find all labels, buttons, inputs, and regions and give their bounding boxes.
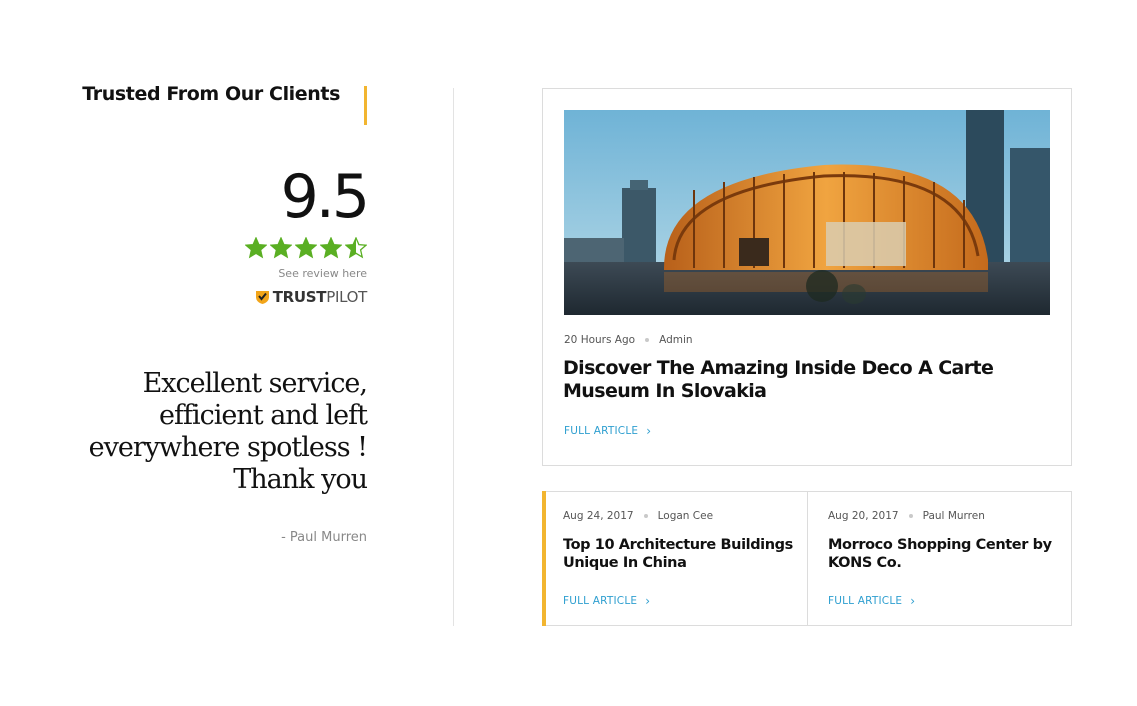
featured-article-card: 20 Hours Ago Admin Discover The Amazing … — [542, 88, 1072, 466]
full-article-link[interactable]: FULL ARTICLE › — [563, 595, 650, 607]
testimonial-heading: Trusted From Our Clients — [82, 83, 340, 105]
curved-wooden-pavilion-photo — [564, 110, 1050, 315]
meta-separator-dot — [908, 514, 913, 518]
trustpilot-logo[interactable]: TRUSTPILOT — [60, 288, 367, 306]
article-card-2: Aug 20, 2017 Paul Murren Morroco Shoppin… — [807, 492, 1071, 625]
chevron-right-icon: › — [646, 424, 652, 438]
full-article-label: FULL ARTICLE — [564, 425, 639, 437]
article-time: 20 Hours Ago — [564, 334, 636, 346]
full-article-label: FULL ARTICLE — [828, 595, 903, 607]
featured-article-title[interactable]: Discover The Amazing Inside Deco A Carte… — [563, 357, 1043, 403]
testimonial-section: Trusted From Our Clients 9.5 See review … — [60, 83, 370, 546]
featured-article-image[interactable] — [564, 110, 1050, 315]
article-meta: Aug 20, 2017 Paul Murren — [828, 510, 985, 522]
rating-stars — [60, 237, 367, 259]
see-review-link[interactable]: See review here — [278, 267, 367, 280]
article-cards-row: Aug 24, 2017 Logan Cee Top 10 Architectu… — [542, 491, 1072, 626]
trustpilot-wordmark: TRUSTPILOT — [272, 288, 368, 306]
article-title[interactable]: Morroco Shopping Center by KONS Co. — [828, 536, 1068, 572]
featured-full-article-link[interactable]: FULL ARTICLE › — [564, 425, 651, 437]
article-author[interactable]: Logan Cee — [658, 510, 713, 522]
heading-accent-bar — [364, 86, 367, 125]
chevron-right-icon: › — [645, 594, 651, 608]
meta-separator-dot — [643, 514, 648, 518]
article-author[interactable]: Admin — [659, 334, 692, 346]
star-icon — [245, 237, 267, 259]
star-icon — [320, 237, 342, 259]
chevron-right-icon: › — [910, 594, 916, 608]
meta-separator-dot — [645, 338, 650, 342]
card-accent-bar — [542, 491, 546, 626]
rating-score: 9.5 — [280, 162, 370, 232]
article-date: Aug 20, 2017 — [828, 510, 899, 522]
full-article-link[interactable]: FULL ARTICLE › — [828, 595, 915, 607]
testimonial-heading-wrap: Trusted From Our Clients — [60, 83, 367, 125]
star-icon — [295, 237, 317, 259]
article-author[interactable]: Paul Murren — [923, 510, 985, 522]
full-article-label: FULL ARTICLE — [563, 595, 638, 607]
star-icon — [270, 237, 292, 259]
column-divider — [453, 88, 454, 626]
testimonial-author: - Paul Murren — [281, 530, 367, 545]
article-date: Aug 24, 2017 — [563, 510, 634, 522]
testimonial-quote: Excellent service, efficient and left ev… — [88, 368, 368, 495]
article-title[interactable]: Top 10 Architecture Buildings Unique In … — [563, 536, 803, 572]
trustpilot-wordmark-light: PILOT — [326, 288, 367, 306]
trustpilot-logo-icon — [255, 291, 269, 304]
article-card-1: Aug 24, 2017 Logan Cee Top 10 Architectu… — [542, 491, 807, 626]
article-meta: Aug 24, 2017 Logan Cee — [563, 510, 713, 522]
trustpilot-wordmark-bold: TRUST — [272, 288, 327, 306]
half-star-icon — [345, 237, 367, 259]
featured-article-meta: 20 Hours Ago Admin — [564, 334, 693, 346]
